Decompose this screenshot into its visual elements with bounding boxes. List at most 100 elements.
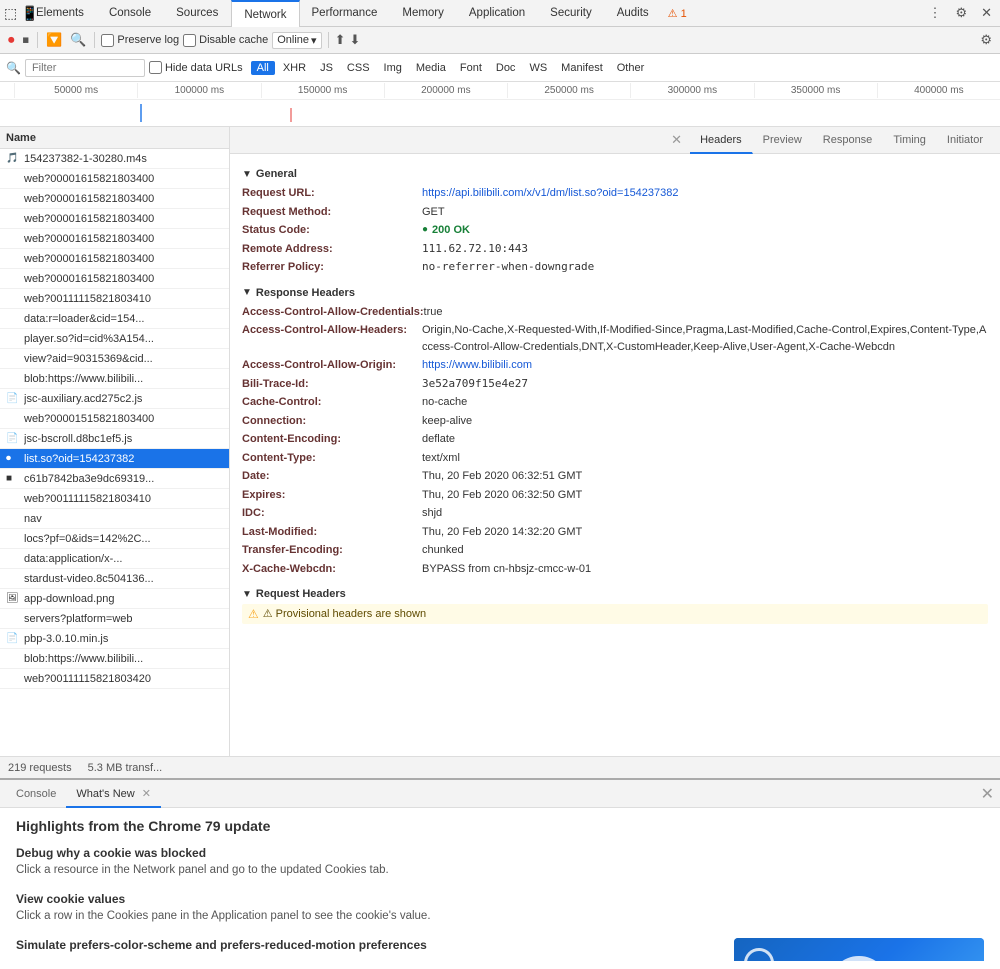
filter-type-js[interactable]: JS [314, 61, 339, 75]
hide-data-urls-checkbox[interactable]: Hide data URLs [149, 61, 243, 74]
settings-icon[interactable]: ⚙ [951, 3, 971, 23]
whats-new-close[interactable]: ✕ [142, 788, 151, 800]
tab-preview[interactable]: Preview [753, 127, 813, 154]
tick-1: 50000 ms [14, 83, 137, 98]
list-item[interactable]: web?00111115821803420 [0, 669, 229, 689]
tab-console-bottom[interactable]: Console [6, 780, 66, 808]
list-item[interactable]: data:r=loader&cid=154... [0, 309, 229, 329]
bili-trace-id-row: Bili-Trace-Id: 3e52a709f15e4e27 [242, 375, 988, 394]
file-name: web?00001615821803400 [24, 273, 154, 285]
tab-network[interactable]: Network [231, 0, 299, 27]
tick-3: 150000 ms [261, 83, 384, 98]
record-icon[interactable]: ⏺ [6, 30, 17, 50]
general-section-header[interactable]: ▼ General [242, 168, 988, 180]
expires-row: Expires: Thu, 20 Feb 2020 06:32:50 GMT [242, 486, 988, 505]
list-item[interactable]: blob:https://www.bilibili... [0, 649, 229, 669]
hide-data-urls-input[interactable] [149, 61, 162, 74]
preserve-log-input[interactable] [101, 34, 114, 47]
filter-input[interactable] [25, 59, 145, 77]
list-item[interactable]: web?00111115821803410 [0, 289, 229, 309]
tab-headers[interactable]: Headers [690, 127, 753, 154]
list-item[interactable]: 🖼 app-download.png [0, 589, 229, 609]
upload-icon[interactable]: ⬆ [335, 32, 346, 48]
list-item[interactable]: player.so?id=cid%3A154... [0, 329, 229, 349]
filter-icon[interactable]: 🔽 [44, 30, 64, 50]
tab-initiator[interactable]: Initiator [937, 127, 994, 154]
network-settings-icon[interactable]: ⚙ [978, 30, 994, 49]
filter-type-other[interactable]: Other [611, 61, 651, 75]
feature-title: Debug why a cookie was blocked [16, 846, 984, 860]
list-item[interactable]: web?00001615821803400 [0, 229, 229, 249]
filter-type-all[interactable]: All [251, 61, 275, 75]
tab-sources[interactable]: Sources [164, 0, 231, 27]
prop-value: text/xml [422, 450, 460, 467]
filter-type-css[interactable]: CSS [341, 61, 376, 75]
list-item[interactable]: view?aid=90315369&cid... [0, 349, 229, 369]
tab-audits[interactable]: Audits [605, 0, 662, 27]
tab-console[interactable]: Console [97, 0, 164, 27]
tab-performance[interactable]: Performance [300, 0, 391, 27]
tab-whats-new[interactable]: What's New ✕ [66, 780, 161, 808]
list-item[interactable]: 📄 jsc-auxiliary.acd275c2.js [0, 389, 229, 409]
close-bottom-panel[interactable]: ✕ [981, 784, 994, 804]
filter-type-manifest[interactable]: Manifest [555, 61, 609, 75]
filter-type-ws[interactable]: WS [523, 61, 553, 75]
feature-cookie-values: View cookie values Click a row in the Co… [16, 892, 984, 924]
request-headers-section-header[interactable]: ▼ Request Headers [242, 588, 988, 600]
list-item[interactable]: 📄 jsc-bscroll.d8bc1ef5.js [0, 429, 229, 449]
filter-type-img[interactable]: Img [378, 61, 408, 75]
tab-elements[interactable]: Elements [24, 0, 97, 27]
prop-value: Origin,No-Cache,X-Requested-With,If-Modi… [422, 322, 988, 355]
response-headers-section-header[interactable]: ▼ Response Headers [242, 287, 988, 299]
feature-thumbnail: NEW [734, 938, 984, 961]
list-item[interactable]: stardust-video.8c504136... [0, 569, 229, 589]
list-item[interactable]: web?00001515821803400 [0, 409, 229, 429]
detail-tab-close[interactable]: ✕ [671, 132, 682, 148]
disable-cache-checkbox[interactable]: Disable cache [183, 34, 268, 47]
file-name: locs?pf=0&ids=142%2C... [24, 533, 151, 545]
list-item[interactable]: web?00001615821803400 [0, 169, 229, 189]
filter-type-font[interactable]: Font [454, 61, 488, 75]
preserve-log-checkbox[interactable]: Preserve log [101, 34, 179, 47]
tab-security[interactable]: Security [538, 0, 605, 27]
list-item[interactable]: web?00111115821803410 [0, 489, 229, 509]
more-icon[interactable]: ⋮ [924, 3, 945, 23]
file-name: data:r=loader&cid=154... [24, 313, 144, 325]
disable-cache-input[interactable] [183, 34, 196, 47]
clear-icon[interactable]: ⏹ [21, 30, 32, 50]
filter-type-xhr[interactable]: XHR [277, 61, 312, 75]
list-item[interactable]: 📄 pbp-3.0.10.min.js [0, 629, 229, 649]
list-item[interactable]: web?00001615821803400 [0, 189, 229, 209]
list-item[interactable]: 🎵 154237382-1-30280.m4s [0, 149, 229, 169]
inspect-icon[interactable]: ⬚ [4, 5, 17, 22]
tick-7: 350000 ms [754, 83, 877, 98]
file-name: web?00111115821803420 [24, 673, 151, 685]
list-item[interactable]: web?00001615821803400 [0, 209, 229, 229]
prop-name: Expires: [242, 487, 422, 504]
list-item-selected[interactable]: ⏺ list.so?oid=154237382 [0, 449, 229, 469]
file-name: jsc-bscroll.d8bc1ef5.js [24, 433, 132, 445]
close-devtools-icon[interactable]: ✕ [977, 3, 996, 23]
list-item[interactable]: locs?pf=0&ids=142%2C... [0, 529, 229, 549]
download-icon[interactable]: ⬇ [349, 32, 360, 48]
tab-application[interactable]: Application [457, 0, 538, 27]
tab-response[interactable]: Response [813, 127, 884, 154]
toolbar-separator-1 [37, 32, 38, 48]
tab-memory[interactable]: Memory [390, 0, 457, 27]
throttle-select[interactable]: Online ▾ [272, 32, 321, 49]
list-item[interactable]: web?00001615821803400 [0, 249, 229, 269]
remote-address-value: 111.62.72.10:443 [422, 241, 528, 258]
filter-type-doc[interactable]: Doc [490, 61, 522, 75]
tab-timing[interactable]: Timing [883, 127, 937, 154]
list-item[interactable]: ■ c61b7842ba3e9dc69319... [0, 469, 229, 489]
list-item[interactable]: data:application/x-... [0, 549, 229, 569]
filter-type-media[interactable]: Media [410, 61, 452, 75]
list-item[interactable]: nav [0, 509, 229, 529]
search-icon[interactable]: 🔍 [68, 30, 88, 50]
feature-title: View cookie values [16, 892, 984, 906]
list-item[interactable]: web?00001615821803400 [0, 269, 229, 289]
list-item[interactable]: blob:https://www.bilibili... [0, 369, 229, 389]
list-item[interactable]: servers?platform=web [0, 609, 229, 629]
prop-name: Bili-Trace-Id: [242, 376, 422, 393]
prop-value: Thu, 20 Feb 2020 06:32:51 GMT [422, 468, 582, 485]
